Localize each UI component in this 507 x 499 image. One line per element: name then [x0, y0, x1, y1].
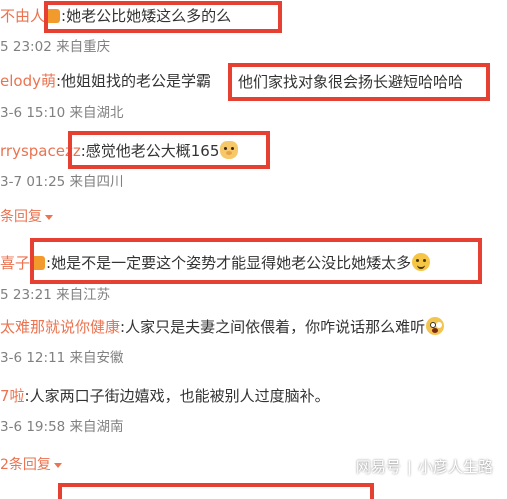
comment-2-meta: 3-6 15:10 来自湖北: [0, 105, 124, 121]
highlight-box-3: [68, 131, 270, 169]
comment-4-username[interactable]: 喜子: [0, 254, 30, 272]
chevron-down-icon: [53, 462, 62, 468]
watermark-author: 小彦人生路: [417, 458, 493, 476]
chevron-down-icon: [45, 214, 53, 220]
comment-6-body: :人家两口子街边嬉戏，也能被别人过度脑补。: [24, 387, 330, 405]
watermark-separator: |: [406, 458, 412, 476]
highlight-box-4: [30, 238, 482, 284]
comment-2-username[interactable]: elody萌: [0, 72, 56, 90]
comment-2-highlight-text: 他们家找对象很会扬长避短哈哈哈: [238, 73, 464, 91]
comment-3-meta: 3-7 01:25 来自四川: [0, 174, 124, 190]
comment-6-username[interactable]: 7啦: [0, 387, 25, 405]
shock-emoji: [426, 317, 445, 335]
view-replies-2-label: 2条回复: [0, 457, 51, 473]
comment-5-username[interactable]: 太难那就说你健康: [0, 318, 120, 336]
comment-2-text: elody萌:他姐姐找的老公是学霸: [0, 71, 211, 91]
comment-4-meta: 5 23:21 来自江苏: [0, 287, 111, 303]
view-replies-2[interactable]: 2条回复: [0, 456, 62, 474]
comment-5-body: :人家只是夫妻之间依偎着，你咋说话那么难听: [120, 318, 426, 336]
comment-5-meta: 3-6 12:11 来自安徽: [0, 350, 124, 366]
comment-6-meta: 3-6 19:58 来自湖南: [0, 419, 124, 435]
comment-1-meta: 5 23:02 来自重庆: [0, 39, 111, 55]
comment-6-text: 7啦:人家两口子街边嬉戏，也能被别人过度脑补。: [0, 386, 330, 406]
comment-1-username[interactable]: 不由人: [0, 7, 45, 25]
watermark: 网易号 | 小彦人生路: [356, 457, 493, 477]
highlight-box-1: [44, 1, 282, 33]
highlight-box-5: [58, 483, 374, 499]
comment-5-text: 太难那就说你健康:人家只是夫妻之间依偎着，你咋说话那么难听: [0, 317, 445, 337]
comment-2-body: :他姐姐找的老公是学霸: [55, 72, 212, 90]
view-replies-1[interactable]: 条回复: [0, 208, 53, 226]
watermark-platform: 网易号: [355, 458, 401, 476]
view-replies-1-label: 条回复: [0, 209, 42, 225]
